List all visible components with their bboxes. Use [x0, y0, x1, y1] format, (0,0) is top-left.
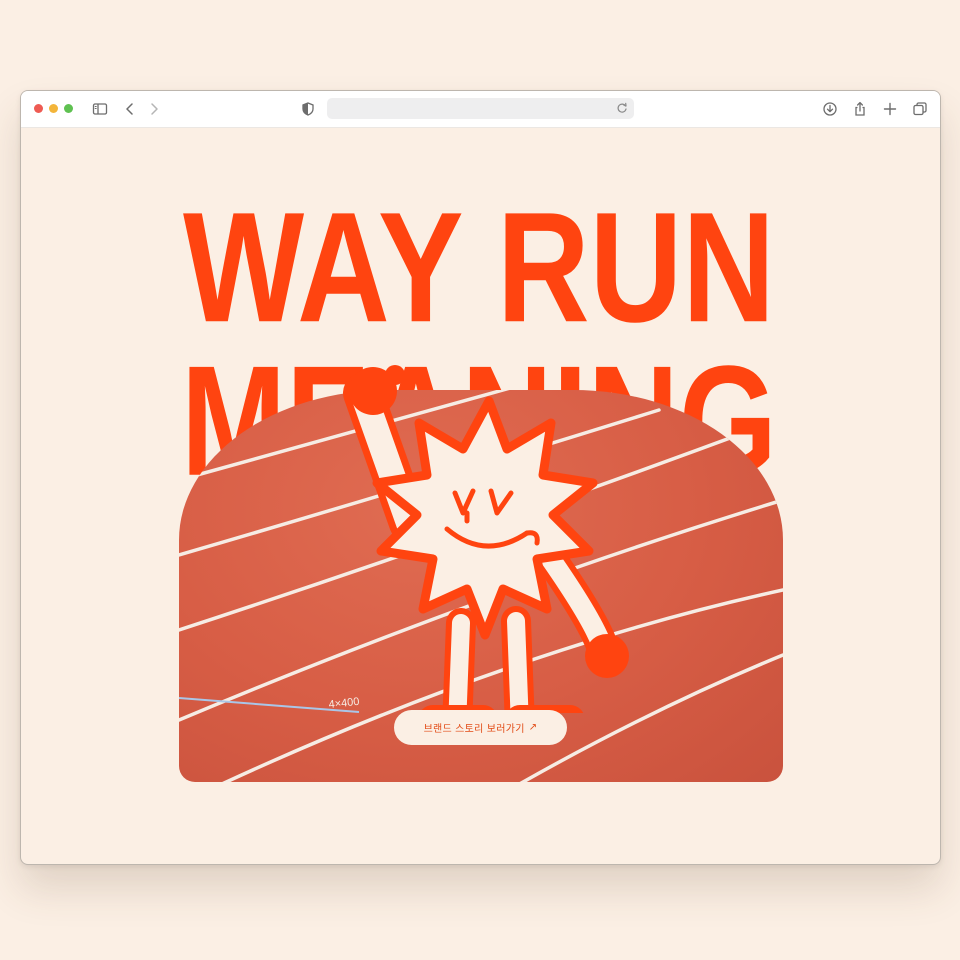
arrow-up-right-icon: ↗: [528, 722, 538, 733]
share-icon[interactable]: [851, 100, 869, 118]
headline-line-1: WAY RUN: [183, 180, 775, 355]
zoom-window-button[interactable]: [64, 104, 73, 113]
reload-icon[interactable]: [614, 100, 630, 116]
privacy-shield-icon[interactable]: [299, 100, 317, 118]
mascot-hand: [585, 634, 629, 678]
mascot-character: [321, 353, 641, 768]
browser-toolbar: [21, 91, 940, 128]
new-tab-icon[interactable]: [881, 100, 899, 118]
brand-story-button[interactable]: 브랜드 스토리 보러가기 ↗: [394, 710, 567, 745]
close-window-button[interactable]: [34, 104, 43, 113]
sidebar-icon[interactable]: [91, 100, 109, 118]
tab-overview-icon[interactable]: [911, 100, 929, 118]
browser-window: WAY RUN MEANING 4×400: [20, 90, 941, 865]
brand-story-button-label: 브랜드 스토리 보러가기: [423, 724, 525, 735]
page-content: WAY RUN MEANING 4×400: [21, 128, 940, 864]
address-bar[interactable]: [327, 98, 634, 119]
back-icon[interactable]: [121, 100, 139, 118]
forward-icon[interactable]: [145, 100, 163, 118]
minimize-window-button[interactable]: [49, 104, 58, 113]
download-icon[interactable]: [821, 100, 839, 118]
